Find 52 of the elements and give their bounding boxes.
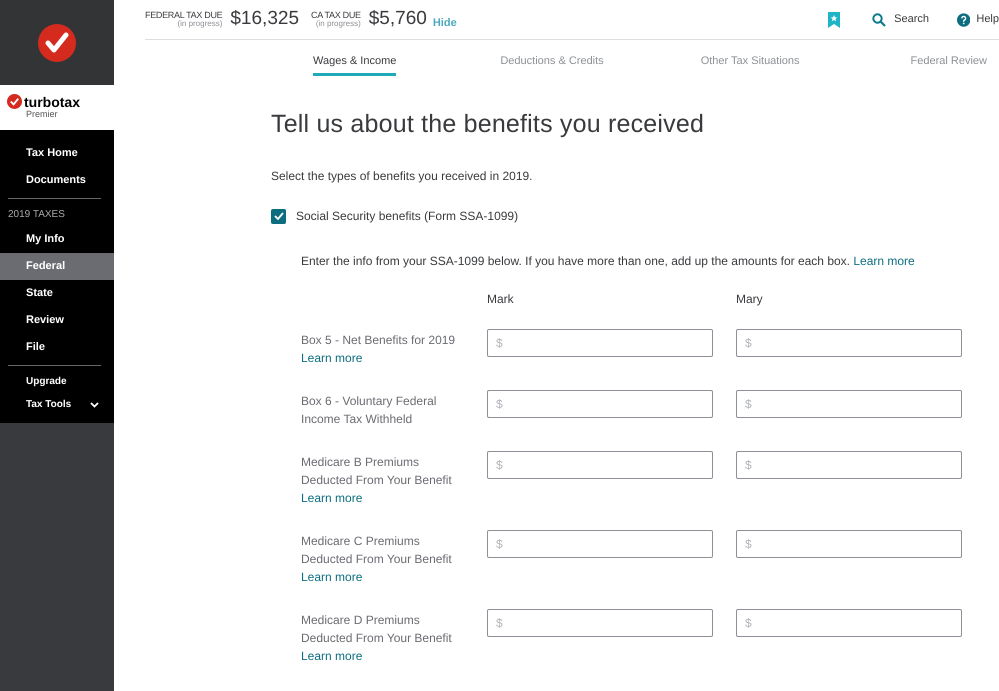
benefit-checkbox[interactable] xyxy=(271,208,286,224)
intro-text: Select the types of benefits you received in 2019. xyxy=(271,168,534,185)
amount-input[interactable]: $ xyxy=(487,390,713,418)
search-icon xyxy=(872,12,886,26)
tax-amount: $5,760 xyxy=(368,7,427,32)
tab[interactable]: Wages & Income xyxy=(313,52,396,76)
learn-more-link[interactable]: Learn more xyxy=(301,349,362,367)
brand-name: turbotax xyxy=(24,94,80,109)
field-label: Medicare C Premiums Deducted From Your Benefit xyxy=(301,533,453,568)
field-label: Box 6 - Voluntary Federal Income Tax Withheld xyxy=(301,393,438,428)
field-label: Box 5 - Net Benefits for 2019 xyxy=(301,332,456,349)
amount-input[interactable]: $ xyxy=(487,451,713,479)
page-title: Tell us about the benefits you received xyxy=(271,112,706,137)
learn-more-link[interactable]: Learn more xyxy=(301,647,362,665)
nav-item[interactable]: Review xyxy=(0,307,114,334)
amount-input[interactable]: $ xyxy=(487,530,713,558)
field-label: Medicare B Premiums Deducted From Your Benefit xyxy=(301,454,453,489)
amount-input[interactable]: $ xyxy=(487,329,713,357)
tax-label: CA TAX DUE xyxy=(311,10,361,20)
help-icon xyxy=(957,12,970,26)
amount-input[interactable]: $ xyxy=(736,609,962,637)
amount-input[interactable]: $ xyxy=(736,451,962,479)
nav-item[interactable]: State xyxy=(0,280,114,307)
tax-status: (in progress) xyxy=(316,20,361,28)
learn-more-link[interactable]: Learn more xyxy=(301,489,362,507)
logo-check-icon xyxy=(38,24,76,62)
nav-item[interactable]: Tax Home xyxy=(0,140,114,167)
search-button[interactable]: Search xyxy=(872,11,929,28)
tax-status: (in progress) xyxy=(177,20,222,28)
amount-input[interactable]: $ xyxy=(736,390,962,418)
nav-item[interactable]: Tax Tools xyxy=(0,393,114,416)
column-header: Mark xyxy=(487,291,515,308)
amount-input[interactable]: $ xyxy=(487,609,713,637)
amount-input[interactable]: $ xyxy=(736,329,962,357)
nav-item[interactable]: My Info xyxy=(0,226,114,253)
nav-item[interactable]: Upgrade xyxy=(0,370,114,393)
nav-item[interactable]: File xyxy=(0,334,114,361)
brand-check-icon xyxy=(7,94,22,110)
amount-input[interactable]: $ xyxy=(736,530,962,558)
tax-amount: $16,325 xyxy=(230,7,300,32)
benefit-label: Social Security benefits (Form SSA-1099) xyxy=(296,208,518,225)
field-label: Medicare D Premiums Deducted From Your Benefit xyxy=(301,612,453,647)
tax-label: FEDERAL TAX DUE xyxy=(145,10,222,20)
instructions-text: Enter the info from your SSA-1099 below. If you have more than one, add up the amounts for each box. Learn more xyxy=(301,253,916,270)
column-header: Mary xyxy=(736,291,764,308)
learn-more-link[interactable]: Learn more xyxy=(853,254,915,268)
section-label: 2019 TAXES xyxy=(7,208,66,222)
edition-label: Premier xyxy=(26,109,59,121)
nav-item[interactable]: Documents xyxy=(0,167,114,194)
learn-more-link[interactable]: Learn more xyxy=(301,568,362,586)
help-button[interactable]: Help xyxy=(957,11,999,28)
nav-item[interactable]: Federal xyxy=(0,253,114,280)
